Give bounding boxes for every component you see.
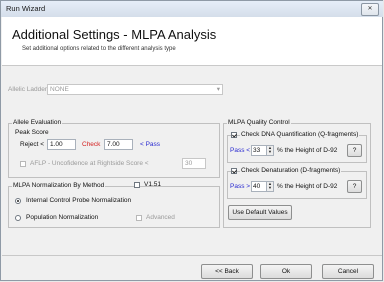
title-bar: Run Wizard ✕ [1,1,383,17]
v151-label: V1.51 [144,181,161,188]
v151-checkbox[interactable] [134,182,140,188]
run-wizard-window: Run Wizard ✕ Additional Settings - MLPA … [0,0,383,281]
pass-label: < Pass [140,141,161,148]
dna-percent-value: 33 [253,147,261,154]
dna-quantification-label: Check DNA Quantification (Q-fragments) [240,131,360,138]
ok-button[interactable]: Ok [260,264,312,279]
use-default-values-button[interactable]: Use Default Values [228,205,292,220]
wizard-header: Additional Settings - MLPA Analysis Set … [2,17,382,66]
check-input[interactable]: 7.00 [104,139,133,150]
denaturation-checkbox[interactable] [231,168,237,174]
aflp-input[interactable]: 30 [182,158,206,169]
page-subtitle: Set additional options related to the di… [22,46,176,52]
allelic-ladder-select[interactable]: NONE ▾ [47,84,223,95]
allele-evaluation-legend: Allele Evaluation [12,119,63,126]
normalization-legend: MLPA Normalization By Method [12,182,106,189]
check-label: Check [82,141,101,148]
denat-suffix-label: % the Height of D-92 [277,183,338,190]
denaturation-label: Check Denaturation (D-fragments) [240,167,342,174]
reject-label: Reject < [20,141,45,148]
normalization-group [8,186,220,228]
population-normalization-label: Population Normalization [26,214,99,221]
dna-percent-input[interactable]: 33 ▲ ▼ [251,145,274,156]
window-title: Run Wizard [6,4,46,13]
close-icon[interactable]: ✕ [361,3,379,16]
aflp-checkbox[interactable] [20,161,26,167]
cancel-button[interactable]: Cancel [322,264,374,279]
dna-pass-label: Pass < [230,147,251,154]
peak-score-label: Peak Score [15,129,49,136]
chevron-down-icon: ▾ [216,86,220,93]
dna-quantification-checkbox[interactable] [231,132,237,138]
population-normalization-radio[interactable] [15,215,21,221]
dna-help-button[interactable]: ? [347,144,362,157]
denat-percent-input[interactable]: 40 ▲ ▼ [251,181,274,192]
page-title: Additional Settings - MLPA Analysis [12,27,217,42]
denat-help-button[interactable]: ? [347,180,362,193]
back-button[interactable]: << Back [201,264,253,279]
reject-input[interactable]: 1.00 [47,139,76,150]
quality-control-legend: MLPA Quality Control [227,119,291,126]
internal-normalization-label: Internal Control Probe Normalization [26,197,132,204]
internal-normalization-radio[interactable] [15,198,21,204]
footer-divider [2,255,382,256]
allelic-ladder-label: Allelic Ladder [8,86,48,93]
aflp-label: AFLP - Uncofidence at Rightside Score < [30,160,149,167]
advanced-label: Advanced [146,214,175,221]
denat-percent-value: 40 [253,183,261,190]
advanced-checkbox[interactable] [136,215,142,221]
denat-pass-label: Pass > [230,183,251,190]
dna-spin-arrows[interactable]: ▲ ▼ [266,146,273,155]
allelic-ladder-value: NONE [50,86,69,93]
dna-suffix-label: % the Height of D-92 [277,147,338,154]
denat-spin-arrows[interactable]: ▲ ▼ [266,182,273,191]
